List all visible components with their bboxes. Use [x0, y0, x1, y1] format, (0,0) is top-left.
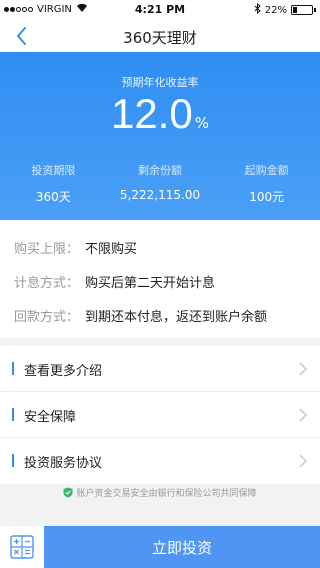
stat-value: 100元 [249, 190, 285, 204]
battery-icon [291, 5, 313, 15]
status-bar: VIRGIN 4:21 PM 22% [0, 0, 320, 20]
page-title: 360天理财 [123, 29, 197, 47]
battery-tip [314, 8, 316, 12]
stat-label: 投资期限 [31, 164, 76, 177]
battery-percent: 22% [264, 4, 287, 16]
stat-remaining: 剩余份额 5,222,115.00 [107, 162, 214, 205]
stat-label: 剩余份额 [138, 164, 182, 177]
safety-note: 账户资金交易安全由银行和保险公司共同保障 [0, 486, 320, 501]
stat-value: 360天 [35, 190, 71, 204]
yield-rate-value: 12.0 [110, 90, 193, 137]
calculator-button[interactable] [0, 526, 44, 568]
link-service-agreement[interactable]: 投资服务协议 [0, 438, 320, 484]
yield-rate: 12.0% [0, 90, 320, 138]
link-label: 投资服务协议 [24, 456, 103, 471]
yield-banner: 预期年化收益率 12.0% 投资期限 360天 剩余份额 5,222,115.0… [0, 52, 320, 220]
stat-minimum: 起购金额 100元 [213, 162, 320, 205]
accent-bar [12, 362, 14, 375]
link-more-intro[interactable]: 查看更多介绍 [0, 346, 320, 392]
terms-key: 计息方式： [14, 276, 80, 291]
stat-value: 5,222,115.00 [119, 188, 201, 202]
chevron-right-icon [299, 408, 308, 422]
accent-bar [12, 408, 14, 421]
link-label: 安全保障 [24, 410, 77, 425]
safety-note-text: 账户资金交易安全由银行和保险公司共同保障 [76, 489, 257, 499]
product-terms: 购买上限： 不限购买 计息方式： 购买后第二天开始计息 回款方式： 到期还本付息，返还… [0, 220, 320, 338]
stat-label: 起购金额 [244, 164, 289, 177]
accent-bar [12, 454, 14, 467]
navigation-bar: 360天理财 [0, 20, 320, 52]
terms-row-limit: 购买上限： 不限购买 [14, 238, 137, 257]
link-label: 查看更多介绍 [24, 364, 103, 379]
chevron-right-icon [299, 454, 308, 468]
terms-key: 购买上限： [14, 242, 80, 257]
detail-links: 查看更多介绍 安全保障 投资服务协议 [0, 346, 320, 484]
link-security[interactable]: 安全保障 [0, 392, 320, 438]
battery-level [293, 7, 297, 13]
terms-value: 到期还本付息，返还到账户余额 [85, 310, 268, 325]
calculator-icon [10, 535, 34, 559]
terms-row-interest: 计息方式： 购买后第二天开始计息 [14, 272, 215, 291]
status-right: 22% [254, 2, 316, 17]
terms-row-repayment: 回款方式： 到期还本付息，返还到账户余额 [14, 306, 267, 325]
terms-key: 回款方式： [14, 310, 80, 325]
bluetooth-icon [254, 2, 261, 17]
terms-value: 不限购买 [85, 242, 138, 257]
bottom-action-bar: 立即投资 [0, 526, 320, 568]
stat-term: 投资期限 360天 [0, 162, 107, 205]
chevron-right-icon [299, 362, 308, 376]
yield-label: 预期年化收益率 [121, 76, 199, 89]
shield-check-icon [63, 487, 73, 501]
yield-rate-unit: % [194, 114, 209, 132]
product-stats: 投资期限 360天 剩余份额 5,222,115.00 起购金额 100元 [0, 162, 320, 205]
invest-now-button[interactable]: 立即投资 [44, 526, 320, 568]
terms-value: 购买后第二天开始计息 [85, 276, 216, 291]
